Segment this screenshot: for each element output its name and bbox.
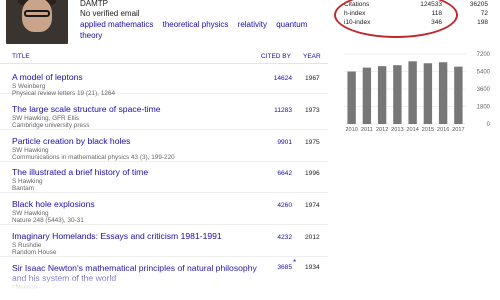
table-row: Particle creation by black holes SW Hawk… xyxy=(0,136,328,162)
table-row: Imaginary Homelands: Essays and criticis… xyxy=(0,231,328,257)
publication-year: 1974 xyxy=(305,202,320,209)
y-tick-label: 5400 xyxy=(477,70,491,76)
publication-title-link[interactable]: Sir Isaac Newton's mathematical principl… xyxy=(12,263,258,283)
chart-bar[interactable] xyxy=(423,63,433,124)
interest-link[interactable]: applied mathematics xyxy=(80,20,153,29)
interest-link[interactable]: relativity xyxy=(238,20,267,29)
sort-year-header[interactable]: YEAR xyxy=(303,53,321,60)
table-row: The large scale structure of space-time … xyxy=(0,104,328,130)
x-tick-label: 2015 xyxy=(422,127,434,133)
avatar-glasses xyxy=(24,10,50,17)
chart-bar[interactable] xyxy=(347,71,356,125)
publication-authors: I Newton xyxy=(12,284,38,291)
cited-by-link[interactable]: 9901 xyxy=(262,139,292,146)
publication-year: 1975 xyxy=(305,139,320,146)
interests-list: applied mathematics theoretical physics … xyxy=(80,19,330,41)
y-tick-label: 3600 xyxy=(477,87,491,93)
x-tick-label: 2014 xyxy=(406,127,418,133)
publication-year: 2012 xyxy=(305,234,320,241)
x-tick-label: 2012 xyxy=(376,127,388,133)
table-row: A model of leptons S Weinberg Physical r… xyxy=(0,72,328,97)
profile-header: DAMTP No verified email applied mathemat… xyxy=(0,0,330,46)
cited-by-link[interactable]: 4232 xyxy=(262,234,292,241)
cited-by-link[interactable]: 11283 xyxy=(262,107,292,114)
publication-year: 1996 xyxy=(305,170,320,177)
chart-svg: 7200 5400 3600 1800 0 2010 2011 2012 2013 2014 201… xyxy=(344,52,491,133)
chart-bar[interactable] xyxy=(393,65,402,124)
table-row: The illustrated a brief history of time … xyxy=(0,167,328,193)
avatar xyxy=(6,0,68,44)
table-row: Black hole explosions SW Hawking Nature … xyxy=(0,199,328,225)
cited-by-link[interactable]: 4260 xyxy=(262,202,292,209)
sort-title-header[interactable]: TITLE xyxy=(12,53,30,60)
cited-by-link[interactable]: 14624 xyxy=(262,75,292,82)
y-tick-label: 1800 xyxy=(477,105,491,111)
publication-title-link[interactable]: Imaginary Homelands: Essays and criticis… xyxy=(12,231,258,241)
cited-by-link[interactable]: 3685 xyxy=(262,264,292,271)
publication-year: 1934 xyxy=(305,264,320,271)
y-tick-label: 7200 xyxy=(477,52,491,58)
stats-since: 36205 xyxy=(469,1,488,8)
publication-venue: Random House xyxy=(12,249,57,256)
highlight-circle xyxy=(334,0,458,38)
publication-venue: Communications in mathematical physics 4… xyxy=(12,154,175,161)
affiliation: DAMTP xyxy=(80,0,108,8)
interest-link[interactable]: theoretical physics xyxy=(163,20,229,29)
sort-cited-by-header[interactable]: CITED BY xyxy=(261,53,291,60)
y-tick-label: 0 xyxy=(487,122,491,128)
chart-bar[interactable] xyxy=(454,66,463,124)
x-tick-label: 2016 xyxy=(437,127,449,133)
publication-venue: Nature 248 (5443), 30-31 xyxy=(12,217,84,224)
merged-citations-star[interactable]: * xyxy=(293,258,296,267)
chart-bar[interactable] xyxy=(377,66,387,124)
x-tick-label: 2017 xyxy=(452,127,464,133)
publication-year: 1967 xyxy=(305,75,320,82)
publication-title-link[interactable]: A model of leptons xyxy=(12,72,258,82)
citations-chart: 7200 5400 3600 1800 0 2010 2011 2012 2013 2014 201… xyxy=(338,46,498,138)
x-tick-label: 2013 xyxy=(391,127,403,133)
publication-title-link[interactable]: The large scale structure of space-time xyxy=(12,104,258,114)
stats-since: 198 xyxy=(477,19,488,26)
table-row: Sir Isaac Newton's mathematical principl… xyxy=(0,258,328,300)
publication-title-link[interactable]: Particle creation by black holes xyxy=(12,136,258,146)
publication-venue: Physical review letters 19 (21), 1264 xyxy=(12,90,116,97)
stats-since: 72 xyxy=(480,10,488,17)
publication-year: 1973 xyxy=(305,107,320,114)
x-tick-label: 2010 xyxy=(345,127,357,133)
chart-bar[interactable] xyxy=(362,67,372,124)
publication-venue: Bantam xyxy=(12,185,35,192)
publication-title-link[interactable]: Black hole explosions xyxy=(12,199,258,209)
publication-title-link[interactable]: The illustrated a brief history of time xyxy=(12,167,258,177)
email-status: No verified email xyxy=(80,9,140,18)
cited-by-link[interactable]: 6642 xyxy=(262,170,292,177)
chart-bar[interactable] xyxy=(408,61,417,124)
table-header: TITLE CITED BY YEAR xyxy=(0,50,328,64)
publication-venue: Cambridge university press xyxy=(12,122,90,129)
x-tick-label: 2011 xyxy=(361,127,373,133)
chart-bar[interactable] xyxy=(438,62,448,124)
